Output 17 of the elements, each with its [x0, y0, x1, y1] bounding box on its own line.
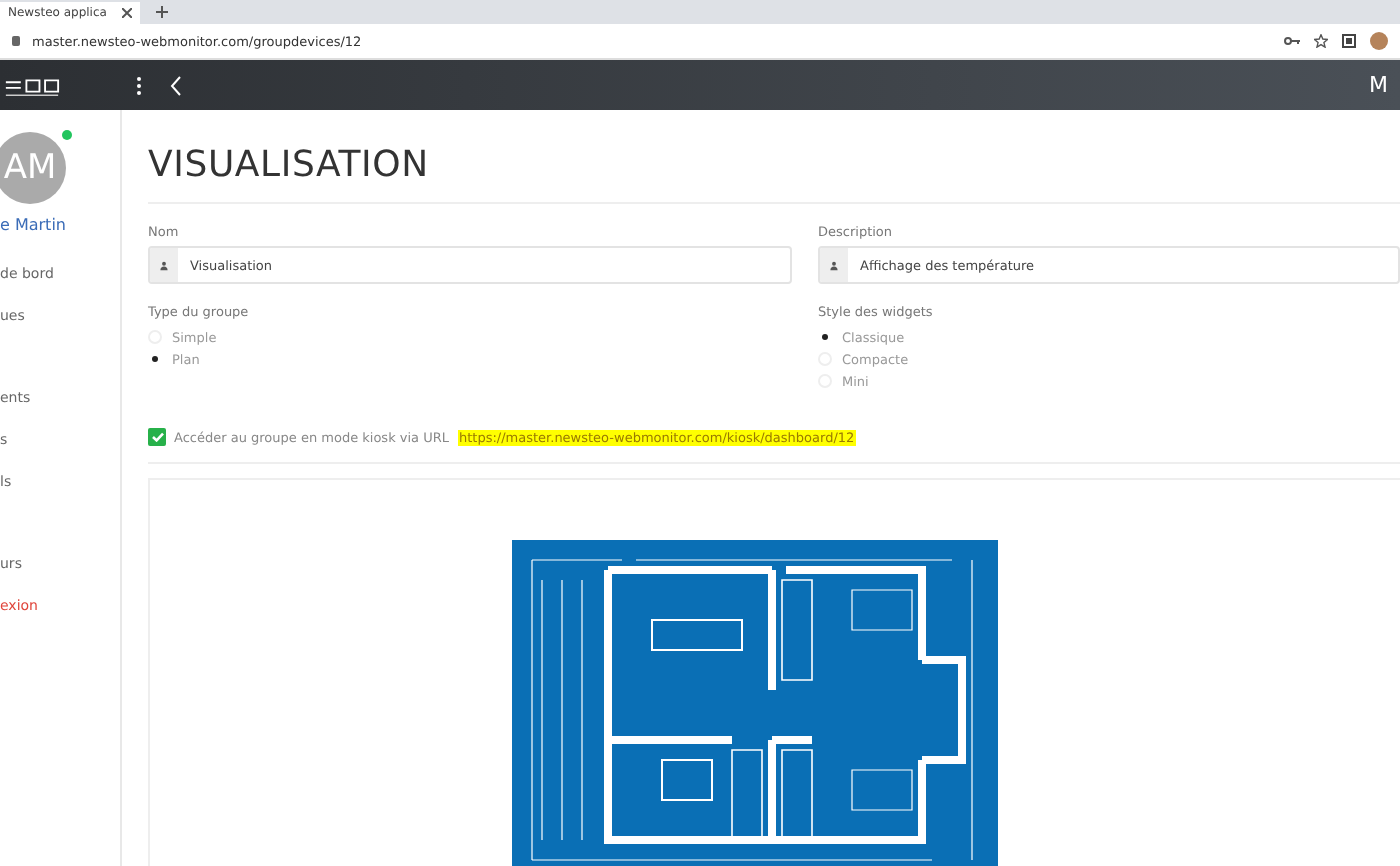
key-icon[interactable] — [1284, 36, 1300, 46]
logo-drawing — [0, 73, 60, 97]
user-icon — [158, 259, 170, 271]
back-icon[interactable] — [170, 75, 182, 95]
close-icon[interactable] — [122, 8, 133, 18]
user-icon — [828, 259, 840, 271]
star-icon[interactable] — [1314, 34, 1328, 48]
user-avatar: AM — [0, 132, 66, 204]
more-icon[interactable] — [136, 75, 142, 95]
user-name[interactable]: e Martin — [0, 216, 120, 234]
checkbox[interactable] — [148, 428, 166, 446]
new-tab-icon[interactable] — [156, 6, 169, 18]
radio-button[interactable] — [148, 352, 162, 366]
page-title: VISUALISATION — [148, 110, 1400, 204]
profile-avatar[interactable] — [1370, 32, 1388, 50]
user-initial[interactable]: M — [1369, 72, 1400, 98]
radio-button[interactable] — [818, 330, 832, 344]
